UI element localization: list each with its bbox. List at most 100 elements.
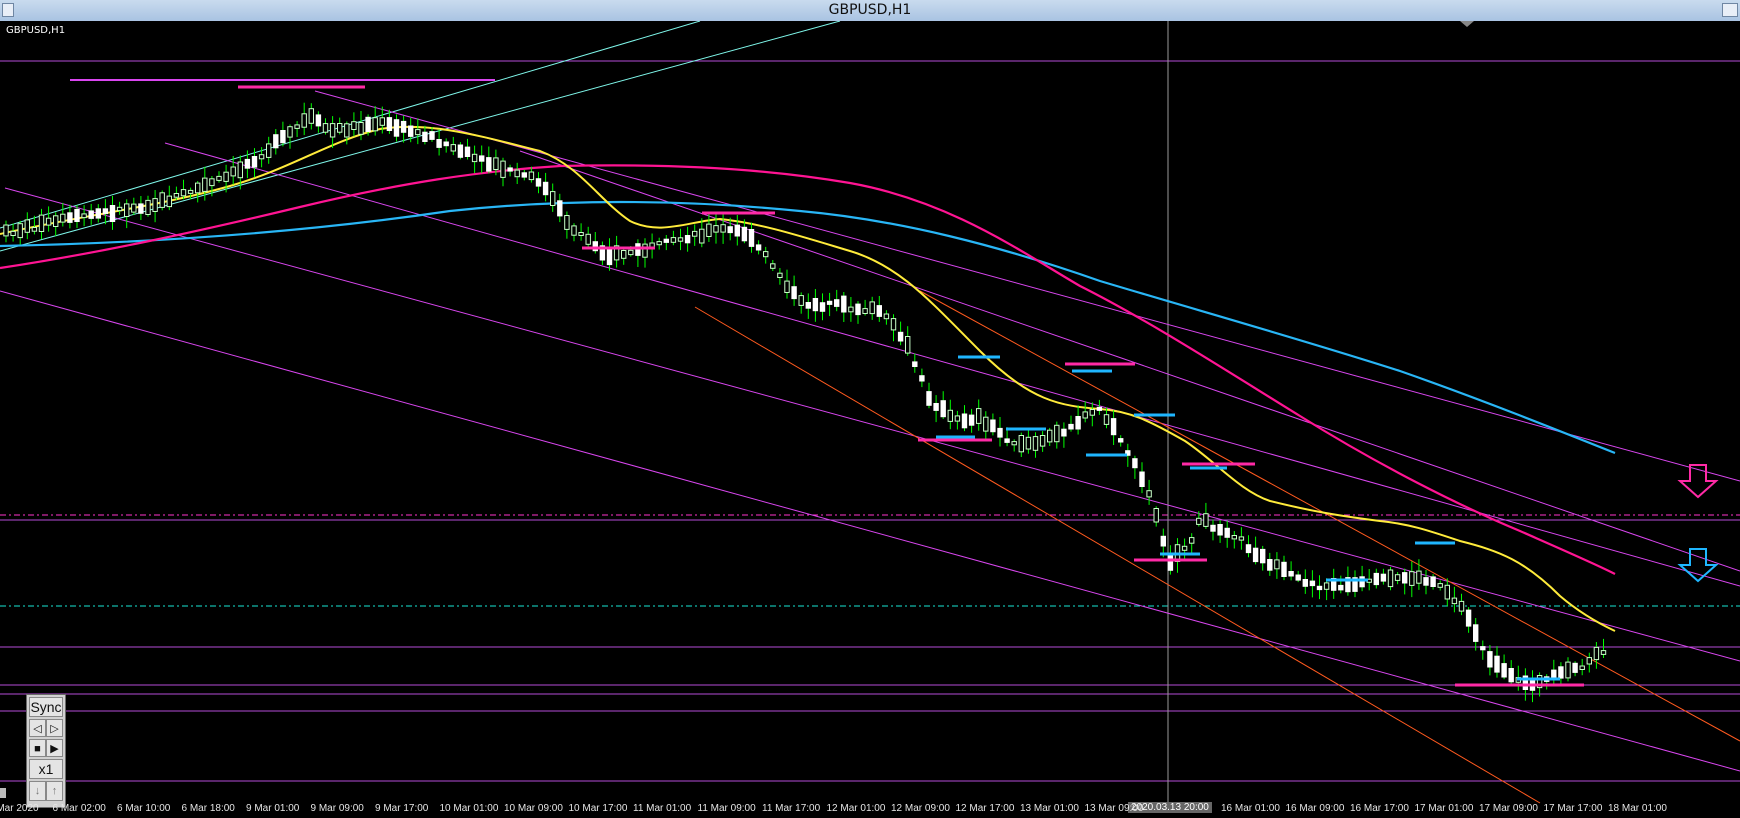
candle-body xyxy=(329,123,336,138)
candle-body xyxy=(315,114,322,127)
candle-body xyxy=(1451,597,1458,605)
sync-button[interactable]: Sync xyxy=(29,697,63,717)
candle-body xyxy=(1089,409,1095,416)
candle-body xyxy=(1316,585,1323,591)
candle-body xyxy=(24,219,31,233)
candle-body xyxy=(1224,527,1230,538)
candle-body xyxy=(855,303,861,316)
speed-up-icon[interactable]: ↑ xyxy=(46,781,63,801)
candle-body xyxy=(1444,584,1450,600)
candle-body xyxy=(755,244,762,251)
candle-body xyxy=(748,229,755,247)
candle-body xyxy=(1295,574,1301,581)
candle-body xyxy=(862,308,868,315)
scroll-handle[interactable] xyxy=(0,788,6,798)
candle-body xyxy=(741,226,748,242)
candle-body xyxy=(301,113,307,128)
speed-down-icon[interactable]: ↓ xyxy=(29,781,46,801)
time-tick-label: 5 Mar 2020 xyxy=(0,803,39,814)
candle-body xyxy=(67,212,73,223)
candle-body xyxy=(1217,524,1223,536)
play-icon[interactable]: ▶ xyxy=(46,739,63,757)
candle-body xyxy=(53,215,59,228)
candle-body xyxy=(493,157,499,170)
chart-canvas[interactable] xyxy=(0,21,1740,818)
candle-body xyxy=(1203,513,1209,527)
candle-body xyxy=(954,415,961,422)
candle-body xyxy=(528,171,535,181)
candle-body xyxy=(237,161,244,179)
candle-body xyxy=(1565,661,1571,679)
candle-body xyxy=(1082,411,1088,419)
candle-body xyxy=(1118,438,1124,443)
candle-body xyxy=(1196,517,1202,525)
tester-control-panel: Sync ◁ ▷ ■ ▶ x1 ↓ ↑ xyxy=(26,694,66,808)
candle-body xyxy=(436,139,442,148)
candle-body xyxy=(1501,663,1507,678)
time-tick-label: 10 Mar 01:00 xyxy=(439,803,499,814)
candle-body xyxy=(429,131,435,140)
candle-body xyxy=(1558,666,1564,679)
candle-body xyxy=(919,375,925,382)
candle-body xyxy=(812,298,819,312)
time-tick-label: 12 Mar 17:00 xyxy=(955,803,1015,814)
candle-body xyxy=(1032,436,1039,451)
candle-body xyxy=(1274,559,1280,570)
candle-body xyxy=(3,224,9,237)
candle-body xyxy=(578,232,584,236)
candle-body xyxy=(734,224,740,237)
candle-body xyxy=(372,117,378,132)
candle-body xyxy=(826,300,833,305)
candle-body xyxy=(159,192,165,208)
candle-body xyxy=(912,361,918,367)
candle-body xyxy=(322,123,329,133)
speed-button[interactable]: x1 xyxy=(29,759,63,779)
candle-body xyxy=(1359,576,1365,588)
stop-icon[interactable]: ■ xyxy=(29,739,46,757)
candle-body xyxy=(287,126,293,138)
time-tick-label: 17 Mar 17:00 xyxy=(1543,803,1603,814)
candle-body xyxy=(152,198,158,213)
time-axis: 2020.03.13 20:00 5 Mar 20206 Mar 02:006 … xyxy=(0,802,1740,818)
candle-body xyxy=(784,280,790,294)
window-control-icon[interactable] xyxy=(1722,3,1738,17)
candle-body xyxy=(1494,655,1500,673)
candle-body xyxy=(457,144,464,158)
candle-body xyxy=(585,233,591,245)
candle-body xyxy=(1302,579,1308,587)
window-titlebar[interactable]: GBPUSD,H1 xyxy=(0,0,1740,22)
time-tick-label: 17 Mar 09:00 xyxy=(1479,803,1538,814)
time-tick-label: 10 Mar 09:00 xyxy=(504,803,563,814)
candle-body xyxy=(1132,458,1138,469)
candle-body xyxy=(344,123,350,138)
candle-body xyxy=(777,272,783,278)
candle-body xyxy=(308,108,315,124)
candle-body xyxy=(1210,524,1216,532)
candle-body xyxy=(1039,435,1046,447)
candle-body xyxy=(294,124,300,129)
candle-body xyxy=(798,295,804,306)
candle-body xyxy=(1267,559,1273,571)
candle-body xyxy=(507,167,513,172)
candle-body xyxy=(841,295,847,313)
candle-body xyxy=(692,230,698,237)
candle-body xyxy=(486,157,492,172)
candle-body xyxy=(393,119,400,137)
candle-body xyxy=(997,427,1003,438)
candle-body xyxy=(1167,554,1174,571)
candle-body xyxy=(1238,536,1245,541)
time-tick-label: 11 Mar 01:00 xyxy=(633,803,692,814)
step-forward-icon[interactable]: ▷ xyxy=(46,719,63,737)
candle-body xyxy=(1103,414,1110,425)
candle-body xyxy=(514,169,520,178)
candle-body xyxy=(379,117,386,126)
window-title: GBPUSD,H1 xyxy=(828,2,912,18)
step-back-icon[interactable]: ◁ xyxy=(29,719,46,737)
candle-body xyxy=(500,160,506,178)
candle-body xyxy=(109,205,116,222)
candle-body xyxy=(1153,508,1159,523)
price-chart[interactable]: GBPUSD,H1 Sync ◁ ▷ ■ ▶ x1 ↓ ↑ 2020.03.13… xyxy=(0,21,1740,818)
time-tick-label: 18 Mar 01:00 xyxy=(1608,803,1667,814)
candle-body xyxy=(564,215,570,230)
candle-body xyxy=(187,189,194,194)
